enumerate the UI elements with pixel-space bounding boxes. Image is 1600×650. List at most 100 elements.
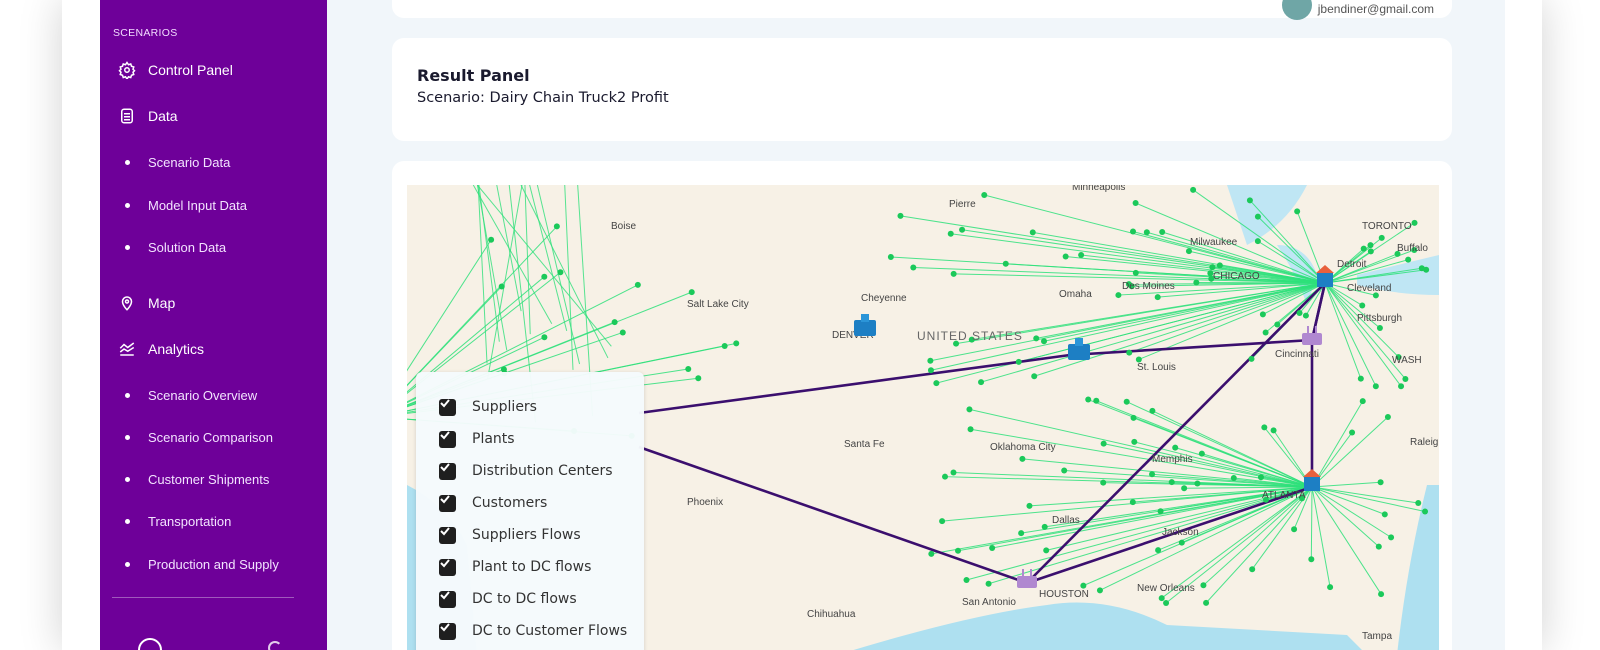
sidebar-item-transportation[interactable]: Transportation [100,506,327,536]
city-label: HOUSTON [1039,589,1089,600]
customer-marker [1163,600,1170,607]
bullet-icon [125,561,130,567]
sidebar-item-label: Production and Supply [148,556,279,572]
customer-marker [1115,292,1122,299]
sidebar-item-label: Data [148,108,178,124]
customer-flow-line [1324,282,1402,387]
layer-toggle-plants[interactable]: Plants [439,429,515,449]
dc-flow-line [638,353,1071,415]
layer-toggle-dc-to-dc-flows[interactable]: DC to DC flows [439,589,577,609]
customer-marker [1296,310,1303,317]
avatar[interactable] [1282,0,1312,20]
customer-flow-line [1311,481,1381,488]
checkbox-checked-icon[interactable] [439,622,456,640]
sidebar-item-scenario-comparison[interactable]: Scenario Comparison [100,422,327,452]
customer-flow-line [1311,416,1389,488]
city-label: Minneapolis [1072,185,1125,193]
sidebar-item-control-panel[interactable]: Control Panel [100,55,327,85]
bullet-icon [125,434,130,440]
map-card: Minneapolis Pierre Boise Milwaukee TORONTO Bu… [392,161,1452,650]
customer-flow-line [1311,486,1382,595]
checkbox-checked-icon[interactable] [439,462,456,480]
layer-toggle-plant-to-dc-flows[interactable]: Plant to DC flows [439,557,591,577]
sidebar-item-scenario-overview[interactable]: Scenario Overview [100,380,327,410]
plant-marker [854,320,876,336]
sidebar-item-customer-shipments[interactable]: Customer Shipments [100,464,327,494]
customer-marker [1257,474,1264,481]
customer-marker [1185,248,1192,255]
customer-marker [1154,294,1161,301]
checkbox-checked-icon[interactable] [439,494,456,512]
customer-marker [1254,238,1261,245]
customer-marker [1302,312,1309,319]
result-panel: Result Panel Scenario: Dairy Chain Truck… [392,38,1452,141]
network-map[interactable]: Minneapolis Pierre Boise Milwaukee TORONTO Bu… [407,185,1439,650]
customer-marker [1198,450,1205,457]
customer-marker [1123,398,1130,405]
sidebar-item-production-and-supply[interactable]: Production and Supply [100,549,327,579]
customer-marker [1080,582,1087,589]
customer-marker [963,577,970,584]
customer-marker [1377,479,1384,486]
customer-marker [1143,229,1150,236]
sidebar-item-scenario-data[interactable]: Scenario Data [100,147,327,177]
customer-marker [1131,438,1138,445]
customer-marker [1376,325,1383,332]
sidebar-item-model-input-data[interactable]: Model Input Data [100,190,327,220]
bullet-icon [125,244,130,250]
dc-flows [638,282,1327,585]
layer-label: Customers [472,495,548,511]
user-icon[interactable] [138,638,162,650]
city-label: Memphis [1152,454,1193,465]
customer-marker [1372,383,1379,390]
checkbox-checked-icon[interactable] [439,558,456,576]
sidebar-item-label: Control Panel [148,62,233,78]
customer-marker [897,212,904,219]
customer-marker [619,329,626,336]
layer-toggle-dc-to-customer-flows[interactable]: DC to Customer Flows [439,621,627,641]
sidebar-item-solution-data[interactable]: Solution Data [100,232,327,262]
customer-marker [1360,245,1367,252]
map-layer-legend: Suppliers Plants Distribution Centers Cu… [416,372,644,650]
customer-marker [1018,530,1025,537]
bullet-icon [125,202,130,208]
city-label: San Antonio [962,597,1016,608]
sidebar-item-analytics[interactable]: Analytics [100,334,327,364]
layer-toggle-suppliers-flows[interactable]: Suppliers Flows [439,525,581,545]
layer-toggle-distribution-centers[interactable]: Distribution Centers [439,461,613,481]
customer-marker [1367,248,1374,255]
sidebar-item-data[interactable]: Data [100,101,327,131]
customer-marker [950,469,957,476]
bullet-icon [125,518,130,524]
logout-icon[interactable] [268,641,282,650]
gulf-of-mexico [853,602,1362,650]
city-label: Dallas [1052,515,1080,526]
customer-flow-line [529,185,568,331]
customer-marker [1230,475,1237,482]
customer-marker [1249,566,1256,573]
bullet-icon [125,392,130,398]
customer-marker [1029,229,1036,236]
customer-marker [688,289,695,296]
customer-marker [1261,424,1268,431]
checkbox-checked-icon[interactable] [439,430,456,448]
checkbox-checked-icon[interactable] [439,590,456,608]
layer-toggle-suppliers[interactable]: Suppliers [439,397,537,417]
customer-marker [1209,264,1216,271]
customer-marker [1388,534,1395,541]
customer-marker [1418,265,1425,272]
customer-marker [1375,543,1382,550]
checkbox-checked-icon[interactable] [439,526,456,544]
plant-marker [1068,344,1090,360]
customer-marker [1100,479,1107,486]
layer-label: DC to Customer Flows [472,623,628,639]
customer-marker [1411,219,1418,226]
customer-marker [1100,440,1107,447]
customer-marker [1026,502,1033,509]
customer-marker [1096,587,1103,594]
city-label: Phoenix [687,497,723,508]
layer-label: Plant to DC flows [472,559,592,575]
checkbox-checked-icon[interactable] [439,398,456,416]
layer-toggle-customers[interactable]: Customers [439,493,547,513]
sidebar-item-map[interactable]: Map [100,288,327,318]
